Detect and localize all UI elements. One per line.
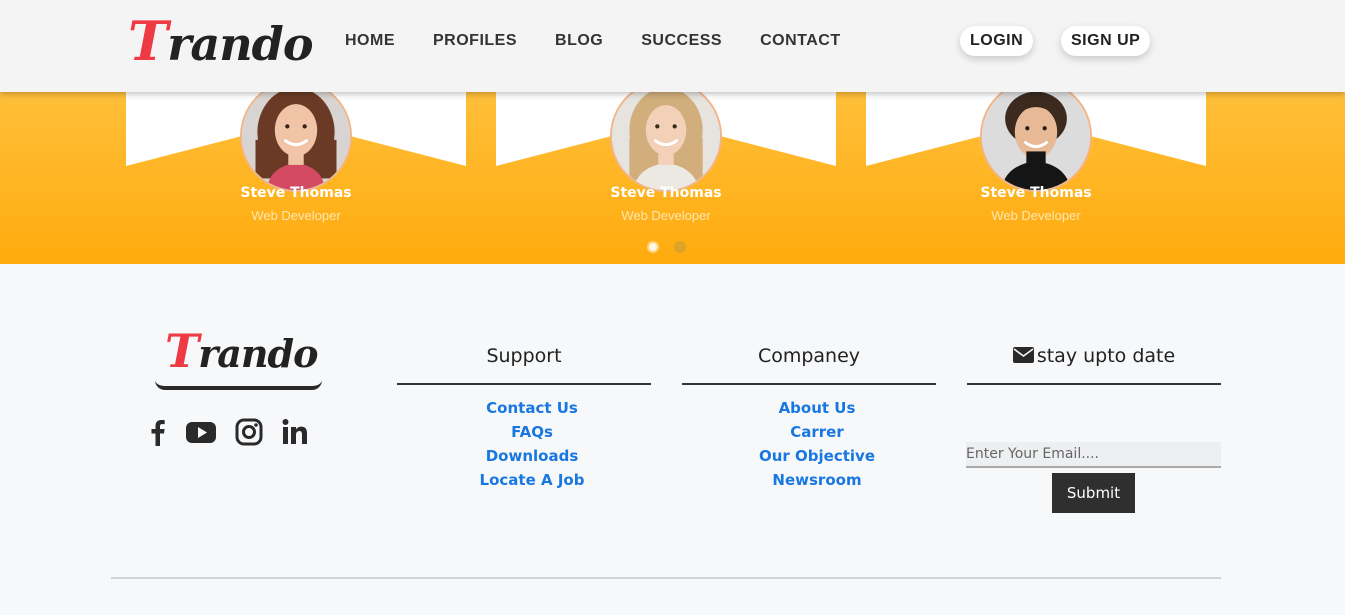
link-downloads[interactable]: Downloads [397, 444, 667, 468]
site-header: Trando HOME PROFILES BLOG SUCCESS CONTAC… [0, 0, 1345, 92]
linkedin-icon[interactable] [279, 416, 311, 448]
carousel-dot[interactable] [674, 241, 686, 253]
newsletter-title: stay upto date [1036, 345, 1176, 367]
carousel-dot-active[interactable] [647, 241, 659, 253]
company-links: About Us Carrer Our Objective Newsroom [682, 396, 952, 492]
support-heading: Support [486, 345, 562, 367]
nav-success[interactable]: SUCCESS [641, 32, 722, 50]
member-role: Web Developer [621, 208, 711, 223]
member-role: Web Developer [991, 208, 1081, 223]
support-links: Contact Us FAQs Downloads Locate A Job [397, 396, 667, 492]
member-name: Steve Thomas [980, 185, 1092, 201]
site-logo[interactable]: Trando [128, 9, 314, 73]
logo-text: rando [167, 17, 313, 71]
logo-text: rando [198, 331, 318, 376]
instagram-icon[interactable] [233, 416, 265, 448]
newsletter-divider [967, 383, 1221, 385]
woman-avatar [610, 80, 722, 192]
team-card: Steve Thomas Web Developer [866, 80, 1206, 264]
link-locate-a-job[interactable]: Locate A Job [397, 468, 667, 492]
footer-logo[interactable]: Trando [165, 323, 318, 382]
team-carousel: Steve Thomas Web Developer Steve Thomas … [0, 80, 1345, 264]
main-nav: HOME PROFILES BLOG SUCCESS CONTACT [345, 32, 879, 50]
logo-underline [155, 380, 322, 390]
link-newsroom[interactable]: Newsroom [682, 468, 952, 492]
team-card: Steve Thomas Web Developer [126, 80, 466, 264]
signup-button[interactable]: SIGN UP [1061, 26, 1151, 56]
link-faqs[interactable]: FAQs [397, 420, 667, 444]
team-card: Steve Thomas Web Developer [496, 80, 836, 264]
link-our-objective[interactable]: Our Objective [682, 444, 952, 468]
link-carrer[interactable]: Carrer [682, 420, 952, 444]
nav-profiles[interactable]: PROFILES [433, 32, 517, 50]
login-button[interactable]: LOGIN [960, 26, 1034, 56]
logo-initial: T [165, 324, 199, 378]
nav-contact[interactable]: CONTACT [760, 32, 841, 50]
envelope-icon [1012, 347, 1034, 363]
member-role: Web Developer [251, 208, 341, 223]
member-name: Steve Thomas [240, 185, 352, 201]
member-name: Steve Thomas [610, 185, 722, 201]
company-divider [682, 383, 936, 385]
facebook-icon[interactable] [142, 416, 174, 448]
logo-initial: T [128, 9, 168, 73]
newsletter-heading: stay upto date [967, 345, 1221, 367]
nav-home[interactable]: HOME [345, 32, 395, 50]
link-about-us[interactable]: About Us [682, 396, 952, 420]
man-avatar [980, 80, 1092, 192]
support-divider [397, 383, 651, 385]
email-field[interactable] [966, 442, 1221, 468]
nav-blog[interactable]: BLOG [555, 32, 603, 50]
woman-avatar [240, 80, 352, 192]
youtube-icon[interactable] [185, 416, 217, 448]
company-heading: Companey [757, 345, 861, 367]
footer-divider [111, 577, 1221, 579]
link-contact-us[interactable]: Contact Us [397, 396, 667, 420]
submit-button[interactable]: Submit [1052, 473, 1135, 513]
